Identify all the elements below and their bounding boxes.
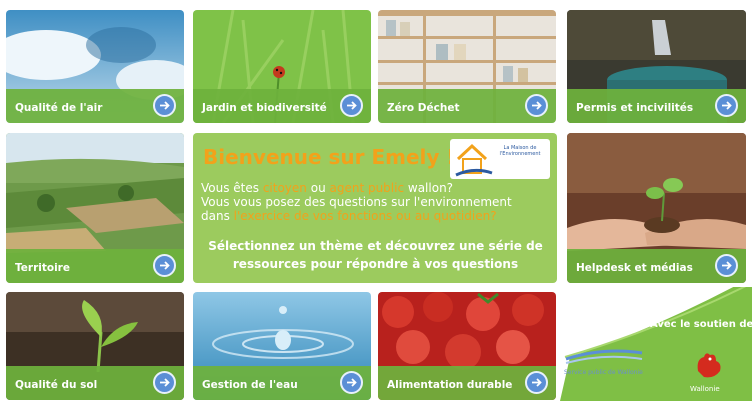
- welcome-title: Bienvenue sur Emely !: [203, 145, 456, 169]
- arrow-right-icon: [532, 101, 542, 110]
- tile-label: Zéro Déchet: [387, 102, 460, 114]
- tile-helpdesk-medias[interactable]: Helpdesk et médias: [567, 133, 746, 283]
- arrow-right-icon: [722, 261, 732, 270]
- arrow-button[interactable]: [340, 371, 363, 394]
- highlight-agent-public: agent public: [329, 181, 405, 195]
- arrow-button[interactable]: [715, 254, 738, 277]
- arrow-button[interactable]: [153, 94, 176, 117]
- leaf-icon: [646, 187, 664, 199]
- tile-gestion-eau[interactable]: Gestion de l'eau: [193, 292, 371, 400]
- intro-line-1: Vous êtes citoyen ou agent public wallon…: [201, 181, 454, 195]
- arrow-right-icon: [722, 101, 732, 110]
- tile-alimentation-durable[interactable]: Alimentation durable: [378, 292, 556, 400]
- support-text: Avec le soutien de: [650, 319, 752, 330]
- tile-qualite-air[interactable]: Qualité de l'air: [6, 10, 184, 123]
- tile-label: Helpdesk et médias: [576, 262, 693, 274]
- arrow-right-icon: [160, 101, 170, 110]
- tile-label: Permis et incivilités: [576, 102, 694, 114]
- rooster-icon: [697, 353, 721, 378]
- arrow-button[interactable]: [153, 371, 176, 394]
- highlight-exercice: l'exercice de vos fonctions: [233, 209, 393, 223]
- arrow-right-icon: [347, 378, 357, 387]
- arrow-right-icon: [532, 378, 542, 387]
- spw-text: Service public de Wallonie: [564, 369, 643, 376]
- logo-text: La Maison de l'Environnement: [499, 145, 541, 157]
- tile-zero-dechet[interactable]: Zéro Déchet: [378, 10, 556, 123]
- tile-label: Alimentation durable: [387, 379, 513, 391]
- tile-label: Qualité de l'air: [15, 102, 103, 114]
- tile-label: Territoire: [15, 262, 70, 274]
- arrow-button[interactable]: [525, 94, 548, 117]
- green-swoosh-background: [560, 287, 752, 401]
- tile-label: Jardin et biodiversité: [202, 102, 327, 114]
- arrow-button[interactable]: [340, 94, 363, 117]
- tile-jardin-biodiversite[interactable]: Jardin et biodiversité: [193, 10, 371, 123]
- arrow-right-icon: [347, 101, 357, 110]
- maison-environnement-logo: La Maison de l'Environnement: [450, 139, 550, 179]
- tile-qualite-sol[interactable]: Qualité du sol: [6, 292, 184, 400]
- arrow-button[interactable]: [525, 371, 548, 394]
- intro-line-3: dans l'exercice de vos fonctions ou au q…: [201, 209, 497, 223]
- wallonie-text: Wallonie: [690, 385, 720, 393]
- tile-permis-incivilites[interactable]: Permis et incivilités: [567, 10, 746, 123]
- partners-panel: Service public de Wallonie Avec le souti…: [560, 287, 752, 401]
- tile-territoire[interactable]: Territoire: [6, 133, 184, 283]
- highlight-citoyen: citoyen: [262, 181, 307, 195]
- intro-line-2: Vous vous posez des questions sur l'envi…: [201, 195, 512, 209]
- ladybug-icon: [273, 66, 285, 78]
- water-drop-icon: [275, 330, 291, 350]
- house-logo-icon: [455, 143, 493, 177]
- welcome-panel: Bienvenue sur Emely ! La Maison de l'Env…: [193, 133, 557, 283]
- arrow-button[interactable]: [153, 254, 176, 277]
- tile-label: Qualité du sol: [15, 379, 98, 391]
- arrow-button[interactable]: [715, 94, 738, 117]
- arrow-right-icon: [160, 378, 170, 387]
- welcome-intro: Vous êtes citoyen ou agent public wallon…: [201, 181, 546, 223]
- welcome-call-to-action: Sélectionnez un thème et découvrez une s…: [208, 239, 543, 271]
- arrow-right-icon: [160, 261, 170, 270]
- tile-label: Gestion de l'eau: [202, 379, 298, 391]
- spw-logo-icon: [565, 349, 643, 364]
